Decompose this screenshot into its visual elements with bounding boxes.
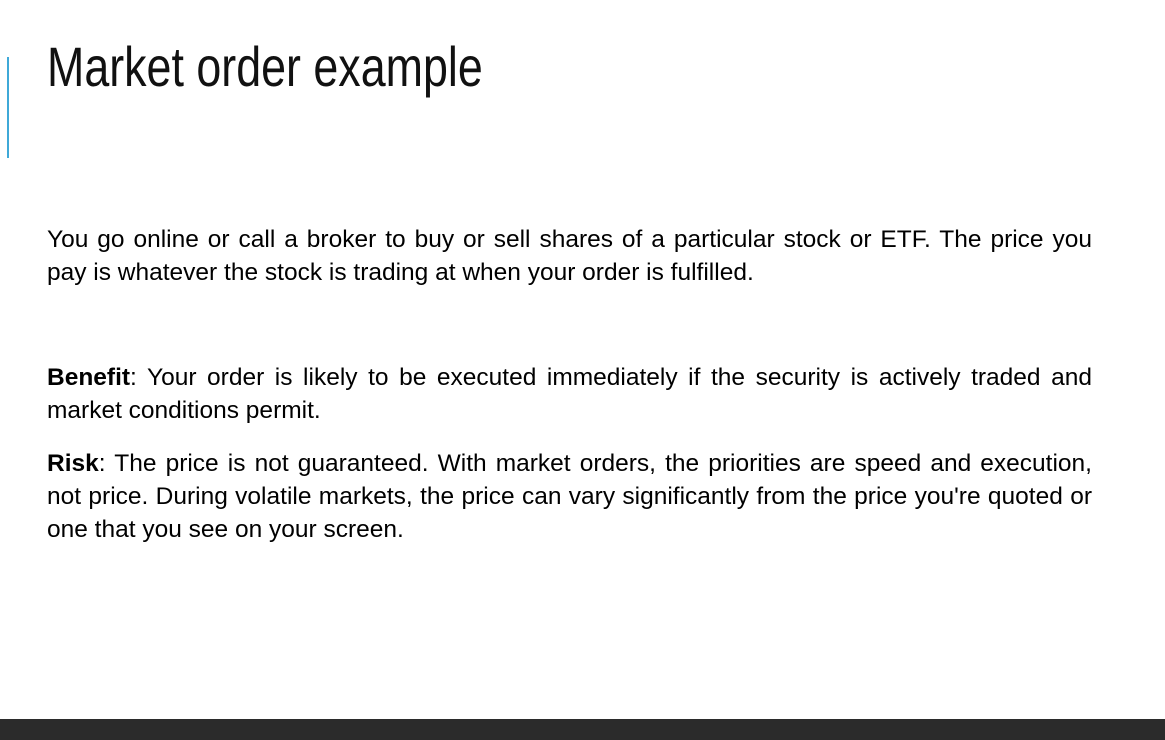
slide-body: You go online or call a broker to buy or… <box>47 223 1092 546</box>
benefit-paragraph: Benefit: Your order is likely to be exec… <box>47 361 1092 427</box>
slide-title: Market order example <box>47 35 483 98</box>
benefit-text: : Your order is likely to be executed im… <box>47 364 1092 424</box>
footer-bar <box>0 719 1165 740</box>
risk-term: Risk <box>47 450 99 477</box>
benefit-term: Benefit <box>47 364 131 391</box>
intro-paragraph: You go online or call a broker to buy or… <box>47 226 1092 286</box>
risk-text: : The price is not guaranteed. With mark… <box>47 450 1092 543</box>
risk-paragraph: Risk: The price is not guaranteed. With … <box>47 447 1092 546</box>
title-accent-bar <box>7 57 9 158</box>
